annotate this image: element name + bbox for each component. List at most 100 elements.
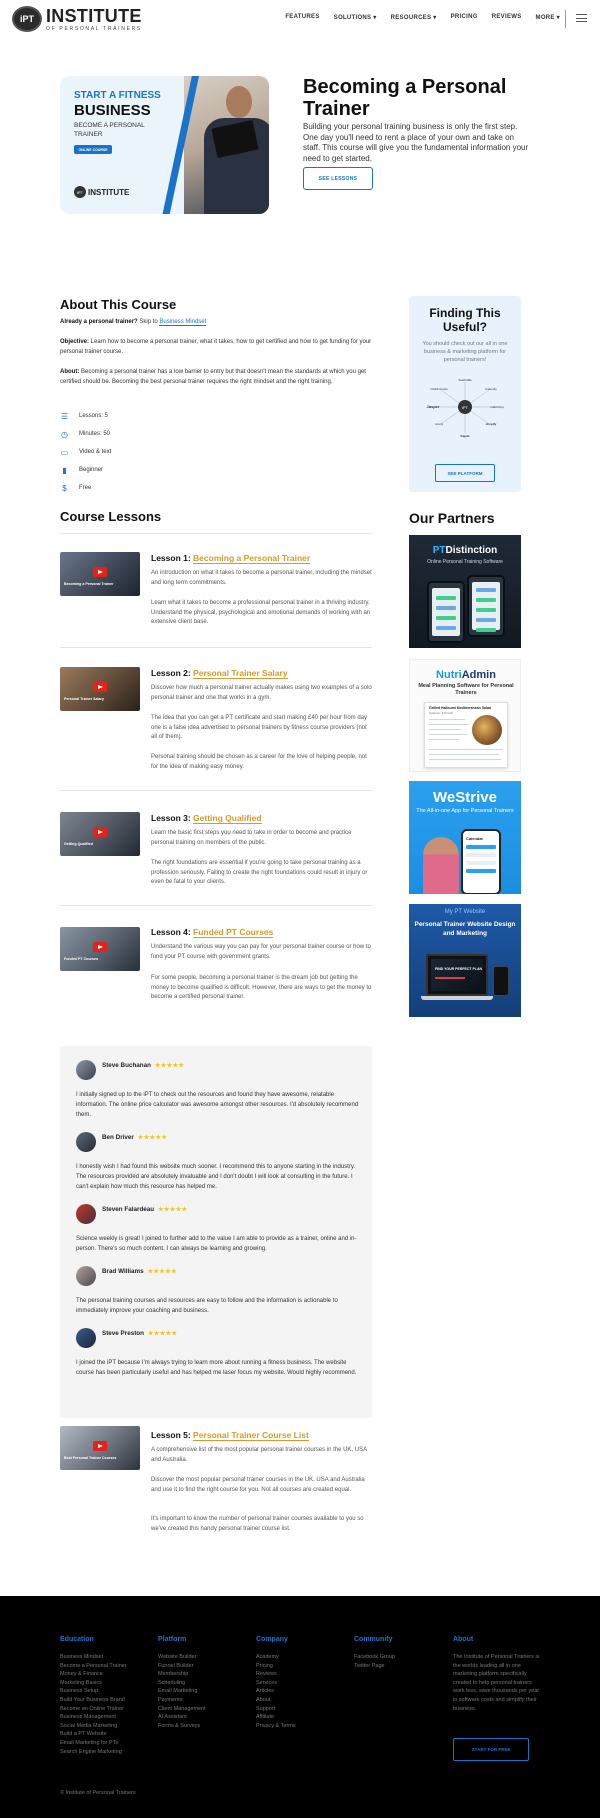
footer-link[interactable]: Reviews xyxy=(256,1670,296,1679)
testimonial-author: Brad Williams ★★★★★ xyxy=(102,1268,177,1275)
partner-nutriadmin-banner[interactable]: NutriAdmin Meal Planning Software for Pe… xyxy=(409,659,521,772)
footer-link[interactable]: Become an Online Trainer xyxy=(60,1705,127,1714)
lesson-1-video-thumbnail[interactable]: Becoming a Personal Trainer xyxy=(60,552,140,596)
site-logo[interactable]: iPT INSTITUTE OF PERSONAL TRAINERS xyxy=(12,6,142,32)
finding-title: Finding This Useful? xyxy=(429,306,501,334)
about-label: About: xyxy=(60,369,80,375)
testimonial-author: Ben Driver ★★★★★ xyxy=(102,1134,168,1141)
finding-description: You should check out our all in one busi… xyxy=(422,341,508,363)
footer-link[interactable]: Email Marketing xyxy=(158,1687,206,1696)
partner-westrive-banner[interactable]: WeStrive The All-in-one App for Personal… xyxy=(409,781,521,894)
avatar xyxy=(76,1132,96,1152)
testimonial-author: Steven Falardeau ★★★★★ xyxy=(102,1206,188,1213)
footer-link[interactable]: Articles xyxy=(256,1687,296,1696)
footer-link[interactable]: Website Builder xyxy=(158,1653,206,1662)
play-icon xyxy=(93,682,107,692)
footer-link[interactable]: Business Setup xyxy=(60,1687,127,1696)
footer-link[interactable]: Support xyxy=(256,1705,296,1714)
footer-link[interactable]: Scheduling xyxy=(158,1679,206,1688)
footer-link[interactable]: Payments xyxy=(158,1696,206,1705)
star-rating-icon: ★★★★★ xyxy=(158,1207,188,1213)
star-rating-icon: ★★★★★ xyxy=(155,1063,185,1069)
footer-link[interactable]: Academy xyxy=(256,1653,296,1662)
footer-link[interactable]: Business Mindset xyxy=(60,1653,127,1662)
lesson-2-title-link[interactable]: Personal Trainer Salary xyxy=(193,668,288,679)
footer-link[interactable]: Marketing Basics xyxy=(60,1679,127,1688)
footer-link[interactable]: Business Management xyxy=(60,1713,127,1722)
menu-features[interactable]: FEATURES xyxy=(285,14,319,21)
facebook-group-link[interactable]: Facebook Group xyxy=(354,1653,395,1662)
see-platform-button[interactable]: SEE PLATFORM xyxy=(435,464,495,482)
lessons-divider xyxy=(60,533,372,534)
twitter-page-link[interactable]: Twitter Page xyxy=(354,1662,395,1671)
menu-reviews[interactable]: REVIEWS xyxy=(492,14,522,21)
star-rating-icon: ★★★★★ xyxy=(137,1135,168,1141)
footer-link[interactable]: About xyxy=(256,1696,296,1705)
footer-link[interactable]: Build Your Business Brand xyxy=(60,1696,127,1705)
avatar xyxy=(76,1060,96,1080)
objective-label: Objective: xyxy=(60,339,90,345)
hero-course-card: START A FITNESS BUSINESS BECOME A PERSON… xyxy=(60,76,269,214)
fact-lessons-text: Lessons: 5 xyxy=(79,413,109,419)
lesson-4-video-thumbnail[interactable]: Funded PT Courses xyxy=(60,927,140,971)
lesson-5-video-thumbnail[interactable]: Best Personal Trainer Courses xyxy=(60,1426,140,1470)
start-for-free-button[interactable]: START FOR FREE xyxy=(453,1738,529,1761)
footer-link[interactable]: Money & Finance xyxy=(60,1670,127,1679)
footer-link[interactable]: Search Engine Marketing xyxy=(60,1748,127,1757)
lesson-2-video-thumbnail[interactable]: Personal Trainer Salary xyxy=(60,667,140,711)
testimonial-text: Science weekly is great! I joined to fur… xyxy=(76,1236,357,1252)
lesson-4-title-link[interactable]: Funded PT Courses xyxy=(193,927,274,938)
logo-sub-text: OF PERSONAL TRAINERS xyxy=(46,25,142,32)
fact-minutes: ◷ Minutes: 50 xyxy=(60,426,111,442)
nutriadmin-logo: NutriAdmin xyxy=(436,669,496,681)
menu-solutions[interactable]: SOLUTIONS ▾ xyxy=(334,14,377,21)
logo-main-text: INSTITUTE xyxy=(46,5,142,26)
menu-pricing[interactable]: PRICING xyxy=(451,14,478,21)
menu-resources[interactable]: RESOURCES ▾ xyxy=(391,14,437,21)
lesson-3-video-thumbnail[interactable]: Getting Qualified xyxy=(60,812,140,856)
footer-link[interactable]: Pricing xyxy=(256,1662,296,1671)
footer-link[interactable]: Client Management xyxy=(158,1705,206,1714)
site-footer: Education Business Mindset Become a Pers… xyxy=(0,1596,600,1818)
fact-level-text: Beginner xyxy=(79,467,104,473)
lesson-1-title-link[interactable]: Becoming a Personal Trainer xyxy=(193,553,311,564)
hero-card-logo-badge: iPT xyxy=(74,186,86,198)
footer-link[interactable]: Services xyxy=(256,1679,296,1688)
objective-paragraph: Objective: Learn how to become a persona… xyxy=(60,338,372,357)
partner-my-pt-website-banner[interactable]: My PT Website Personal Trainer Website D… xyxy=(409,904,521,1017)
footer-link[interactable]: Forms & Surveys xyxy=(158,1722,206,1731)
objective-text: Learn how to become a personal trainer, … xyxy=(60,339,372,355)
lesson-3-title-link[interactable]: Getting Qualified xyxy=(193,813,262,824)
already-trainer-skip: Skip to xyxy=(137,319,160,325)
copyright-text: © Institute of Personal Trainers xyxy=(60,1790,136,1796)
footer-link[interactable]: Affiliate xyxy=(256,1713,296,1722)
partner-ptdistinction-banner[interactable]: PTDistinction Online Personal Training S… xyxy=(409,535,521,648)
star-rating-icon: ★★★★★ xyxy=(147,1269,177,1275)
lesson-3-para-1: Learn the basic first steps you need to … xyxy=(151,830,352,846)
star-rating-icon: ★★★★★ xyxy=(148,1331,178,1337)
footer-link[interactable]: Funnel Builder xyxy=(158,1662,206,1671)
see-lessons-button[interactable]: SEE LESSONS xyxy=(303,167,373,190)
menu-more[interactable]: MORE ▾ xyxy=(536,14,560,21)
lesson-2-prefix: Lesson 2: xyxy=(151,668,194,678)
footer-link[interactable]: AI Assistant xyxy=(158,1713,206,1722)
phone-mockup xyxy=(467,575,505,637)
business-mindset-link[interactable]: Business Mindset xyxy=(159,319,207,326)
about-paragraph: About: Becoming a personal trainer has a… xyxy=(60,368,372,387)
testimonial-author: Steve Buchanan ★★★★★ xyxy=(102,1062,185,1069)
footer-link[interactable]: Become a Personal Trainer xyxy=(60,1662,127,1671)
already-trainer-lead: Already a personal trainer? xyxy=(60,319,138,325)
footer-link[interactable]: Build a PT Website xyxy=(60,1730,127,1739)
phone-mockup: Calendar xyxy=(461,829,501,894)
clock-icon: ◷ xyxy=(61,429,68,439)
footer-education-heading: Education xyxy=(60,1636,94,1643)
footer-link[interactable]: Social Media Marketing xyxy=(60,1722,127,1731)
fact-price: $ Free xyxy=(60,480,111,496)
lesson-5-title-link[interactable]: Personal Trainer Course List xyxy=(193,1430,309,1441)
diagram-label-calendly: Calendly xyxy=(485,387,497,391)
footer-link[interactable]: Privacy & Terms xyxy=(256,1722,296,1731)
top-navigation: iPT INSTITUTE OF PERSONAL TRAINERS FEATU… xyxy=(0,0,600,38)
footer-link[interactable]: Email Marketing for PTs xyxy=(60,1739,127,1748)
footer-link[interactable]: Membership xyxy=(158,1670,206,1679)
hamburger-icon[interactable] xyxy=(576,14,587,25)
